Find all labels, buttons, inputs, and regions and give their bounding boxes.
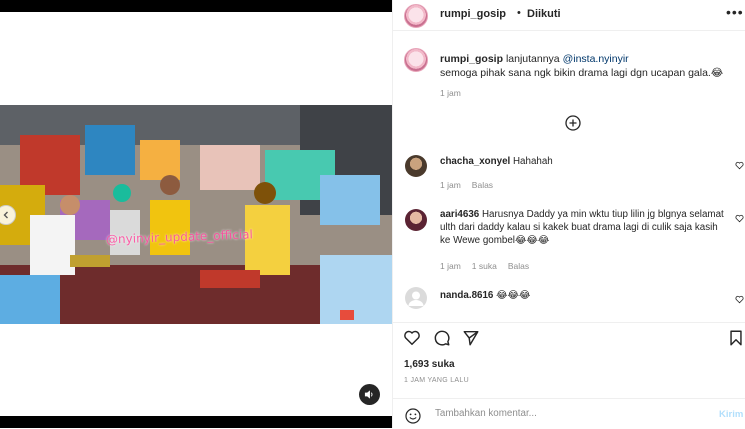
comment-emoji: 😂😂😂	[514, 235, 550, 246]
default-avatar-icon	[408, 291, 424, 306]
caption-mention[interactable]: @insta.nyinyir	[563, 53, 629, 65]
separator-dot: •	[517, 7, 521, 19]
add-comment-bar: Kirim	[393, 398, 745, 429]
caption-avatar[interactable]	[404, 48, 428, 72]
caption-emoji: 😂	[710, 67, 724, 79]
commenter-username[interactable]: chacha_xonyel	[440, 156, 510, 167]
post-header: rumpi_gosip • Diikuti •••	[393, 0, 745, 31]
commenter-username[interactable]: nanda.8616	[440, 290, 493, 301]
comment-emoji: 😂😂😂	[496, 290, 531, 301]
comment-meta: 1 jam 1 suka Balas	[440, 261, 540, 271]
comment-text: Harusnya Daddy ya min wktu tiup lilin jg…	[440, 209, 724, 246]
chevron-left-icon	[3, 211, 8, 219]
post-comment-button[interactable]: Kirim	[719, 409, 743, 420]
post-media: @nyinyir_update_official	[0, 0, 392, 428]
add-comment-input[interactable]	[433, 407, 697, 420]
comment-text: Hahahah	[512, 156, 553, 167]
speaker-icon	[364, 390, 373, 399]
load-more-comments-icon[interactable]	[565, 115, 581, 131]
commenter-avatar[interactable]	[405, 209, 427, 231]
comment-meta: 1 jam Balas	[440, 180, 504, 190]
letterbox-bottom	[0, 416, 392, 428]
author-username[interactable]: rumpi_gosip	[440, 8, 506, 20]
post-detail-panel: rumpi_gosip • Diikuti ••• rumpi_gosip la…	[392, 0, 745, 428]
caption-username[interactable]: rumpi_gosip	[440, 53, 503, 65]
comment-icon[interactable]	[433, 329, 451, 347]
post-actions	[393, 322, 745, 353]
like-comment-heart-icon[interactable]	[735, 161, 744, 170]
post-timestamp[interactable]: 1 JAM YANG LALU	[404, 377, 469, 384]
comment-time: 1 jam	[440, 180, 461, 190]
like-comment-heart-icon[interactable]	[735, 295, 744, 304]
author-avatar[interactable]	[404, 4, 428, 28]
video-frame	[0, 105, 392, 324]
comment-body: aari4636 Harusnya Daddy ya min wktu tiup…	[440, 208, 730, 247]
caption-text: lanjutannya	[505, 53, 560, 65]
caption: rumpi_gosip lanjutannya @insta.nyinyir s…	[440, 52, 730, 80]
caption-line2: semoga pihak sana ngk bikin drama lagi d…	[440, 67, 711, 79]
comment-time: 1 jam	[440, 261, 461, 271]
audio-toggle-button[interactable]	[359, 384, 380, 405]
reply-button[interactable]: Balas	[508, 261, 529, 271]
bookmark-icon[interactable]	[727, 329, 745, 347]
commenter-avatar[interactable]	[405, 155, 427, 177]
follow-status-button[interactable]: Diikuti	[527, 8, 561, 20]
letterbox-top	[0, 0, 392, 12]
commenter-username[interactable]: aari4636	[440, 209, 479, 220]
likes-count[interactable]: 1,693 suka	[404, 359, 455, 370]
video-player[interactable]: @nyinyir_update_official	[0, 105, 392, 324]
more-options-icon[interactable]: •••	[726, 4, 744, 20]
share-icon[interactable]	[462, 329, 480, 347]
like-comment-heart-icon[interactable]	[735, 214, 744, 223]
comment-body: chacha_xonyel Hahahah	[440, 155, 730, 168]
heart-icon[interactable]	[403, 329, 421, 347]
comment-like-count[interactable]: 1 suka	[472, 261, 497, 271]
caption-time: 1 jam	[440, 88, 461, 98]
reply-button[interactable]: Balas	[472, 180, 493, 190]
commenter-avatar[interactable]	[405, 287, 427, 309]
emoji-icon[interactable]	[405, 408, 421, 424]
comment-body: nanda.8616 😂😂😂	[440, 289, 730, 302]
